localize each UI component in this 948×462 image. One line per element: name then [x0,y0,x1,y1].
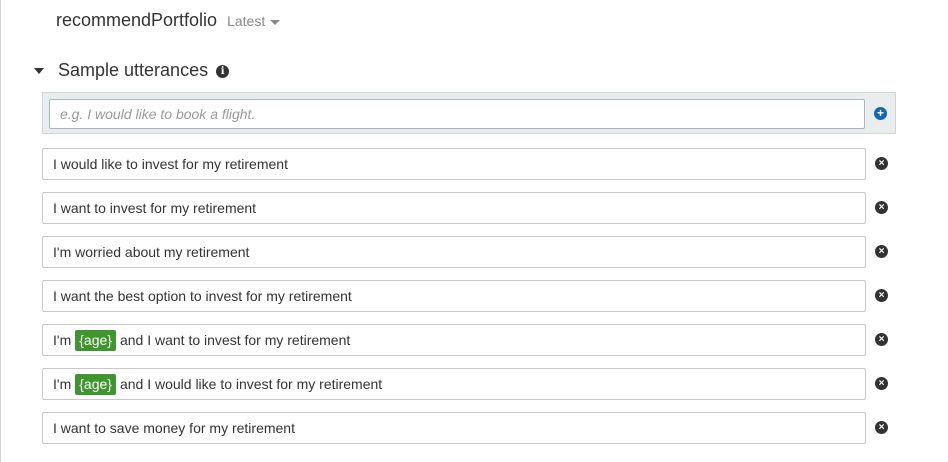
utterance-text: I want to invest for my retirement [53,200,257,216]
utterance-field[interactable]: I want to invest for my retirement [42,192,866,224]
utterance-field[interactable]: I'm {age} and I want to invest for my re… [42,324,866,356]
version-label: Latest [227,13,266,29]
remove-utterance-icon[interactable]: × [875,245,888,258]
utterance-row: I would like to invest for my retirement… [42,148,932,180]
intent-name: recommendPortfolio [56,10,218,30]
chevron-down-icon [270,19,281,25]
intent-header: recommendPortfolio Latest [56,10,281,31]
new-utterance-row: + [42,92,896,134]
utterance-row: I'm worried about my retirement × [42,236,932,268]
remove-utterance-icon[interactable]: × [875,201,888,214]
slot-chip-age[interactable]: {age} [75,373,116,395]
utterance-text: I'm worried about my retirement [53,244,250,260]
utterance-field[interactable]: I want to save money for my retirement [42,412,866,444]
utterance-suffix: and I want to invest for my retirement [119,332,351,348]
sample-utterances-header: Sample utterances i [34,60,230,81]
info-icon[interactable]: i [216,65,230,78]
utterance-field[interactable]: I'm worried about my retirement [42,236,866,268]
remove-utterance-icon[interactable]: × [875,377,888,390]
remove-utterance-icon[interactable]: × [875,289,888,302]
utterance-field[interactable]: I want the best option to invest for my … [42,280,866,312]
utterance-row: I'm {age} and I want to invest for my re… [42,324,932,356]
utterance-text: I would like to invest for my retirement [53,156,288,172]
slot-chip-age[interactable]: {age} [75,329,116,351]
version-dropdown[interactable]: Latest [227,13,281,29]
add-utterance-icon[interactable]: + [874,107,887,120]
utterance-field[interactable]: I'm {age} and I would like to invest for… [42,368,866,400]
remove-utterance-icon[interactable]: × [875,421,888,434]
utterance-suffix: and I would like to invest for my retire… [119,376,383,392]
utterance-field[interactable]: I would like to invest for my retirement [42,148,866,180]
utterance-row: I want to invest for my retirement × [42,192,932,224]
remove-utterance-icon[interactable]: × [875,333,888,346]
section-title: Sample utterances [58,60,209,80]
utterance-row: I'm {age} and I would like to invest for… [42,368,932,400]
utterance-row: I want the best option to invest for my … [42,280,932,312]
utterance-prefix: I'm [53,332,72,348]
left-border [0,0,1,462]
utterance-text: I want to save money for my retirement [53,420,295,436]
utterance-row: I want to save money for my retirement × [42,412,932,444]
remove-utterance-icon[interactable]: × [875,157,888,170]
utterance-prefix: I'm [53,376,72,392]
collapse-caret-icon[interactable] [34,67,44,74]
new-utterance-input[interactable] [49,99,865,129]
utterance-text: I want the best option to invest for my … [53,288,352,304]
